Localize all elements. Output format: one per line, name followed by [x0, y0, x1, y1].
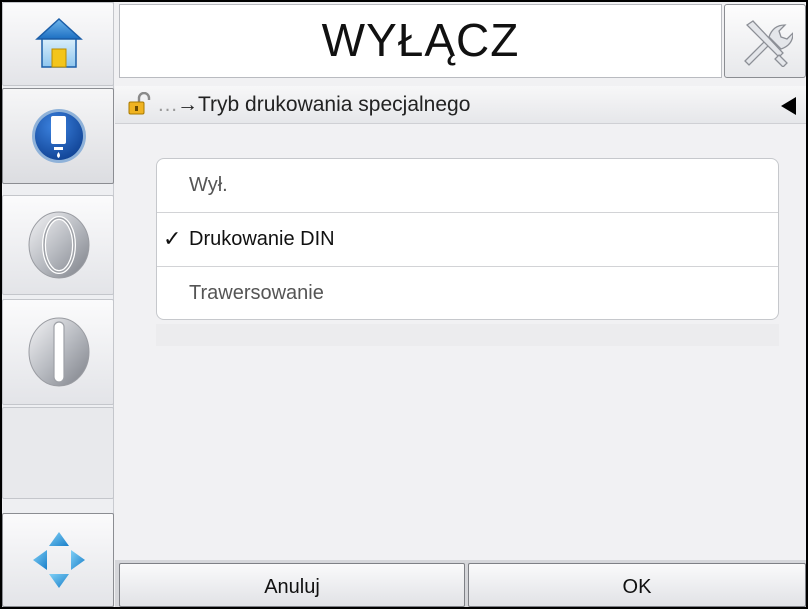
- breadcrumb-arrow: →: [177, 93, 198, 116]
- ink-status-button[interactable]: [2, 88, 114, 184]
- stop-button[interactable]: [2, 299, 114, 405]
- tools-icon: [744, 20, 793, 67]
- cancel-button[interactable]: Anuluj: [119, 563, 465, 607]
- option-wyl[interactable]: Wył.: [157, 159, 778, 213]
- ink-cartridge-icon: [32, 109, 86, 163]
- option-label: Wył.: [189, 174, 228, 196]
- ok-button[interactable]: OK: [468, 563, 806, 607]
- option-drukowanie-din[interactable]: ✓ Drukowanie DIN: [157, 213, 778, 267]
- navigation-button[interactable]: [2, 513, 114, 607]
- start-button[interactable]: [2, 195, 114, 295]
- home-icon: [35, 17, 83, 68]
- option-label: Drukowanie DIN: [189, 228, 335, 250]
- app-frame: WYŁĄCZ … →Tryb drukowania specjalnego Wy…: [0, 0, 808, 609]
- title-bar: WYŁĄCZ: [119, 4, 722, 78]
- option-trawersowanie[interactable]: Trawersowanie: [157, 267, 778, 319]
- empty-slot: [2, 407, 114, 499]
- breadcrumb-ellipsis[interactable]: …: [157, 93, 178, 117]
- stop-icon: [28, 317, 90, 387]
- back-arrow-icon[interactable]: [781, 97, 796, 115]
- unlocked-padlock-icon: [128, 92, 151, 115]
- breadcrumb-current: →Tryb drukowania specjalnego: [177, 93, 470, 117]
- navigation-arrows-icon: [33, 532, 85, 588]
- home-button[interactable]: [2, 2, 114, 86]
- tools-button[interactable]: [724, 4, 806, 78]
- start-icon: [28, 211, 90, 279]
- option-list: Wył. ✓ Drukowanie DIN Trawersowanie: [156, 158, 779, 320]
- page-title: WYŁĄCZ: [321, 14, 520, 66]
- check-icon: ✓: [163, 226, 182, 251]
- left-toolbar: [2, 2, 114, 607]
- option-label: Trawersowanie: [189, 282, 324, 304]
- list-shadow: [156, 324, 779, 346]
- breadcrumb: … →Tryb drukowania specjalnego: [115, 86, 806, 124]
- breadcrumb-current-label: Tryb drukowania specjalnego: [198, 93, 471, 116]
